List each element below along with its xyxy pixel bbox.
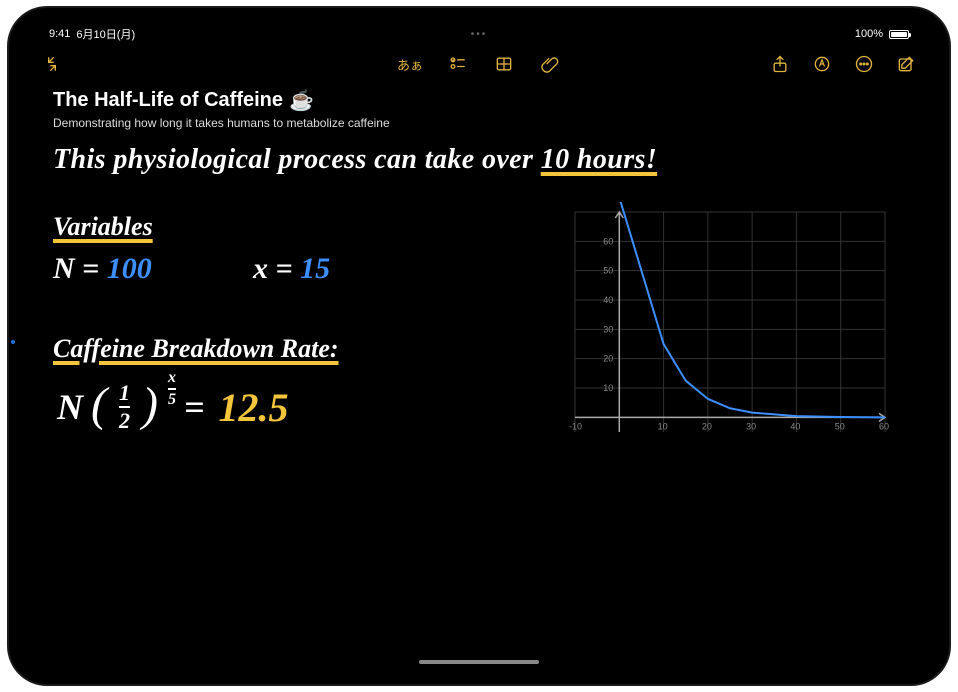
variable-x: x = 15: [253, 252, 330, 286]
battery-icon: [889, 30, 909, 39]
exp-num: x: [168, 369, 176, 387]
formula-n: N: [57, 386, 83, 428]
note-title-text: The Half-Life of Caffeine: [53, 89, 283, 112]
fraction-half: 1 2: [119, 382, 130, 432]
variable-n: N = 100: [53, 252, 152, 286]
graph-svg: -10 10 20 30 40 50 60 10 20 30 40 50 60: [565, 202, 895, 452]
equals-sign: =: [184, 386, 205, 428]
hand-line-1: This physiological process can take over…: [53, 144, 657, 176]
status-bar: 9:41 6月10日(月) ••• 100%: [23, 22, 935, 42]
half-num: 1: [119, 382, 130, 404]
text-style-button[interactable]: あぁ: [397, 55, 423, 74]
svg-text:20: 20: [702, 421, 712, 431]
svg-text:20: 20: [603, 354, 613, 364]
status-date: 6月10日(月): [76, 26, 135, 42]
paren-close: ): [142, 383, 158, 426]
svg-text:50: 50: [835, 421, 845, 431]
x-value: 15: [300, 252, 330, 285]
hand-line-1a: This physiological process can take over: [53, 144, 541, 175]
svg-text:40: 40: [790, 421, 800, 431]
hand-line-1b: 10 hours!: [541, 144, 657, 175]
note-content[interactable]: The Half-Life of Caffeine ☕ Demonstratin…: [23, 82, 935, 614]
more-icon[interactable]: [853, 53, 875, 75]
n-value: 100: [107, 252, 152, 285]
share-icon[interactable]: [769, 53, 791, 75]
status-ellipsis: •••: [471, 29, 488, 40]
svg-text:30: 30: [603, 324, 613, 334]
paren-open: (: [91, 383, 107, 426]
svg-text:60: 60: [879, 421, 889, 431]
exp-den: 5: [168, 391, 176, 409]
n-label: N =: [53, 252, 99, 285]
status-time: 9:41: [49, 28, 70, 40]
collapse-icon[interactable]: [41, 53, 63, 75]
exponent: x 5: [168, 369, 176, 409]
note-subtitle: Demonstrating how long it takes humans t…: [53, 116, 905, 130]
svg-text:30: 30: [746, 421, 756, 431]
svg-text:-10: -10: [569, 421, 582, 431]
toolbar: あぁ: [23, 42, 935, 82]
markup-icon[interactable]: [811, 53, 833, 75]
decay-graph: -10 10 20 30 40 50 60 10 20 30 40 50 60: [565, 202, 895, 452]
variables-heading: Variables: [53, 212, 153, 242]
svg-text:10: 10: [603, 383, 613, 393]
compose-icon[interactable]: [895, 53, 917, 75]
home-indicator[interactable]: [419, 660, 539, 664]
rate-heading-text: Caffeine Breakdown Rate:: [53, 334, 339, 363]
ipad-frame: 9:41 6月10日(月) ••• 100% あぁ: [9, 8, 949, 684]
svg-text:60: 60: [603, 236, 613, 246]
variables-heading-text: Variables: [53, 212, 153, 241]
svg-text:10: 10: [658, 421, 668, 431]
rate-heading: Caffeine Breakdown Rate:: [53, 334, 339, 364]
coffee-emoji: ☕: [289, 88, 314, 113]
formula-result: 12.5: [218, 384, 288, 431]
attachment-icon[interactable]: [539, 53, 561, 75]
x-label: x =: [253, 252, 293, 285]
note-title: The Half-Life of Caffeine ☕: [53, 88, 905, 113]
half-den: 2: [119, 410, 130, 432]
battery-percent: 100%: [855, 28, 883, 40]
side-indicator: [11, 340, 15, 344]
formula: N ( 1 2 ) x 5 = 12.5: [57, 382, 288, 432]
screen: 9:41 6月10日(月) ••• 100% あぁ: [23, 22, 935, 670]
svg-text:40: 40: [603, 295, 613, 305]
checklist-icon[interactable]: [447, 53, 469, 75]
exp-bar: [168, 388, 176, 390]
handwriting-canvas[interactable]: This physiological process can take over…: [53, 144, 905, 614]
table-icon[interactable]: [493, 53, 515, 75]
svg-text:50: 50: [603, 266, 613, 276]
